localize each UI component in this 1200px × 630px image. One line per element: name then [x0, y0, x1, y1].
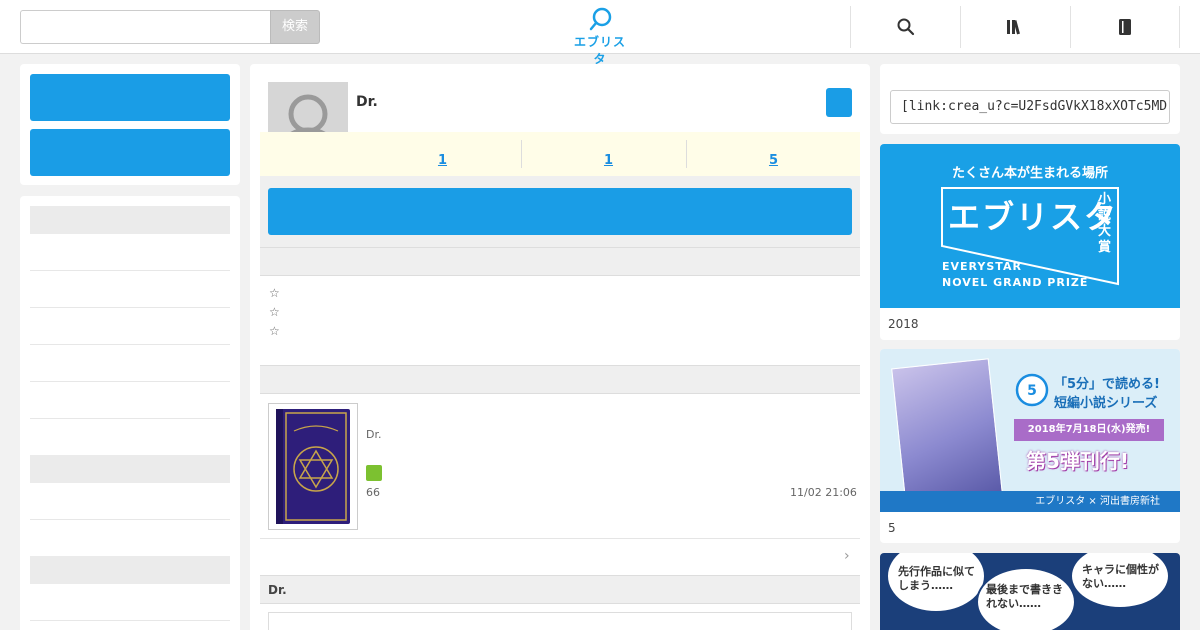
- search-input[interactable]: [20, 10, 271, 44]
- banner-line-1: EVERYSTAR: [942, 260, 1022, 273]
- header-search: 検索: [20, 10, 320, 44]
- banner-image[interactable]: 5 「5分」で読める! 短編小説シリーズ 2018年7月18日(水)発売! 第5…: [880, 349, 1180, 512]
- search-button[interactable]: 検索: [270, 10, 320, 44]
- star-item: ☆: [269, 305, 280, 319]
- banner-caption: 2018: [888, 317, 919, 331]
- profile-name: Dr.: [356, 94, 378, 110]
- logo-text: エブリスタ: [573, 35, 626, 66]
- left-nav-header: [30, 206, 230, 234]
- book-icon: [1119, 19, 1131, 35]
- divider: [30, 620, 230, 621]
- left-nav-header: [30, 455, 230, 483]
- star-item: ☆: [269, 324, 280, 338]
- header-library-nav[interactable]: [960, 6, 1070, 48]
- banner-headline: たくさん本が生まれる場所: [951, 166, 1108, 181]
- work-updated: 11/02 21:06: [790, 486, 857, 499]
- banner-headline: 「5分」で読める!: [1054, 377, 1160, 392]
- banner-subline: 短編小説シリーズ: [1054, 396, 1158, 411]
- divider: [30, 519, 230, 520]
- work-count: 66: [366, 486, 380, 499]
- stat-value[interactable]: 5: [691, 153, 856, 168]
- divider: [521, 140, 522, 168]
- divider: [30, 344, 230, 345]
- divider: [30, 270, 230, 271]
- divider: [686, 140, 687, 168]
- banner-caption: 5: [888, 521, 896, 535]
- link-code-field[interactable]: [link:crea_u?c=U2FsdGVkX18xXOTc5MD: [890, 90, 1170, 124]
- svg-text:5: 5: [1027, 383, 1037, 399]
- banner-writing-tips[interactable]: 先行作品に似てしまう…… 最後まで書ききれない…… キャラに個性がない……: [880, 553, 1180, 630]
- stat-item[interactable]: 1: [360, 132, 525, 176]
- left-secondary-button[interactable]: [30, 129, 230, 176]
- banner-title: エブリスタ: [948, 198, 1119, 236]
- search-icon: [897, 18, 914, 36]
- work-cover[interactable]: [268, 403, 358, 530]
- divider: [30, 307, 230, 308]
- banner-novel-prize[interactable]: たくさん本が生まれる場所 エブリスタ 小説大賞 EVERYSTAR NOVEL …: [880, 144, 1180, 340]
- banner-short-stories[interactable]: 5 「5分」で読める! 短編小説シリーズ 2018年7月18日(水)発売! 第5…: [880, 349, 1180, 543]
- section-header: [260, 247, 860, 276]
- header-bookshelf-nav[interactable]: [1070, 6, 1180, 48]
- work-author: Dr.: [366, 428, 382, 441]
- banner-image[interactable]: たくさん本が生まれる場所 エブリスタ 小説大賞 EVERYSTAR NOVEL …: [880, 144, 1180, 308]
- link-card: [link:crea_u?c=U2FsdGVkX18xXOTc5MD: [880, 64, 1180, 134]
- banner-tag: 第5弾刊行!: [1026, 449, 1130, 473]
- bubble-text: 先行作品に似てしまう……: [898, 565, 975, 592]
- banner-tag: 小説大賞: [1098, 192, 1112, 255]
- header-search-nav[interactable]: [850, 6, 960, 48]
- left-nav-card: [20, 196, 240, 630]
- profile-stats: 1 1 5: [260, 132, 860, 176]
- divider: [30, 418, 230, 419]
- timer-icon: 5: [1015, 373, 1049, 407]
- star-item: ☆: [269, 286, 280, 300]
- status-badge: [366, 465, 382, 481]
- stat-item[interactable]: 5: [691, 132, 856, 176]
- stat-value[interactable]: 1: [360, 153, 525, 168]
- follow-button[interactable]: [268, 188, 852, 235]
- logo-mark-icon: [589, 7, 612, 31]
- section-header: [260, 365, 860, 394]
- banner-date: 2018年7月18日(水)発売!: [1014, 419, 1164, 441]
- section-header: Dr.: [260, 575, 860, 604]
- stat-item[interactable]: 1: [526, 132, 691, 176]
- site-logo[interactable]: エブリスタ: [568, 5, 632, 66]
- left-menu-card: [20, 64, 240, 185]
- profile-card: Dr. 1 1 5 ☆ ☆ ☆ Dr. 66 11/02 21:06 › Dr.: [250, 64, 870, 630]
- book-cover-image: [276, 409, 350, 524]
- left-nav-header: [30, 556, 230, 584]
- chevron-right-icon[interactable]: ›: [844, 548, 850, 564]
- banner-image[interactable]: 先行作品に似てしまう…… 最後まで書ききれない…… キャラに個性がない……: [880, 553, 1180, 630]
- divider: [30, 381, 230, 382]
- top-header: 検索 エブリスタ: [0, 0, 1200, 66]
- library-icon: [1006, 20, 1020, 35]
- section-title: Dr.: [268, 583, 287, 597]
- banner-footer: エブリスタ × 河出書房新社: [880, 491, 1180, 512]
- stat-value[interactable]: 1: [526, 153, 691, 168]
- comment-box[interactable]: [268, 612, 852, 630]
- divider: [260, 538, 860, 539]
- left-primary-button[interactable]: [30, 74, 230, 121]
- bubble-text: キャラに個性がない……: [1082, 563, 1159, 590]
- profile-menu-button[interactable]: [826, 88, 852, 117]
- bubble-text: 最後まで書ききれない……: [986, 583, 1063, 610]
- banner-line-2: NOVEL GRAND PRIZE: [942, 276, 1089, 289]
- book-cover-illustration: [891, 358, 1003, 504]
